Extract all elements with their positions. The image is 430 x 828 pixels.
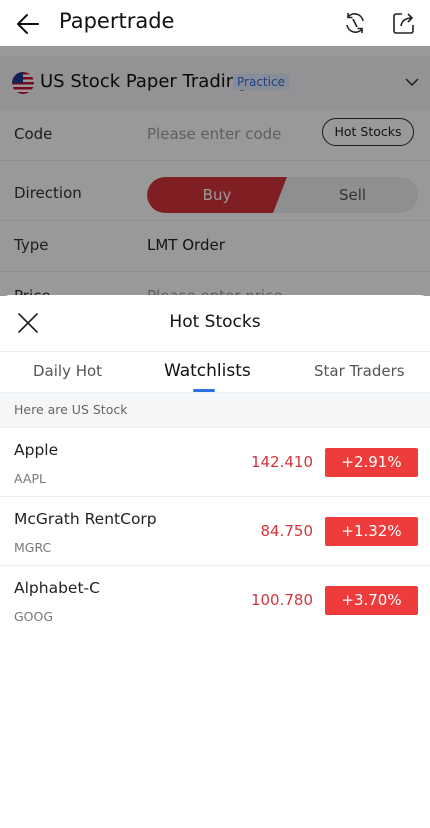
stock-price: 100.780 — [250, 591, 313, 609]
hint-text: Here are US Stock — [14, 402, 128, 417]
sheet-title: Hot Stocks — [169, 312, 261, 332]
stock-name: Apple — [14, 441, 59, 459]
dim-overlay-top — [0, 46, 430, 56]
stock-row[interactable]: McGrath RentCorp MGRC 84.750 +1.32% — [0, 497, 430, 566]
dim-overlay[interactable] — [0, 56, 430, 296]
tab-bar: Daily Hot Watchlists Star Traders — [0, 351, 430, 392]
list-hint: Here are US Stock — [0, 392, 430, 428]
change-badge: +1.32% — [325, 517, 418, 546]
tab-daily-hot[interactable]: Daily Hot — [33, 362, 102, 380]
top-bar: Papertrade — [0, 0, 430, 46]
stock-ticker: AAPL — [14, 471, 46, 486]
stock-price: 142.410 — [250, 453, 313, 471]
tab-star-traders[interactable]: Star Traders — [314, 362, 405, 380]
back-arrow-icon[interactable] — [14, 9, 44, 39]
tab-watchlists[interactable]: Watchlists — [164, 361, 251, 381]
page-title: Papertrade — [59, 9, 175, 33]
stock-price: 84.750 — [260, 522, 314, 540]
stock-ticker: MGRC — [14, 540, 52, 555]
change-badge: +3.70% — [325, 586, 418, 615]
stock-row[interactable]: Alphabet-C GOOG 100.780 +3.70% — [0, 566, 430, 635]
stock-name: McGrath RentCorp — [14, 510, 157, 528]
hot-stocks-sheet: Hot Stocks Daily Hot Watchlists Star Tra… — [0, 295, 430, 828]
change-badge: +2.91% — [325, 448, 418, 477]
stock-row[interactable]: Apple AAPL 142.410 +2.91% — [0, 428, 430, 497]
stock-name: Alphabet-C — [14, 579, 100, 597]
refresh-icon[interactable] — [341, 9, 369, 37]
share-icon[interactable] — [390, 9, 418, 37]
stock-ticker: GOOG — [14, 609, 54, 624]
